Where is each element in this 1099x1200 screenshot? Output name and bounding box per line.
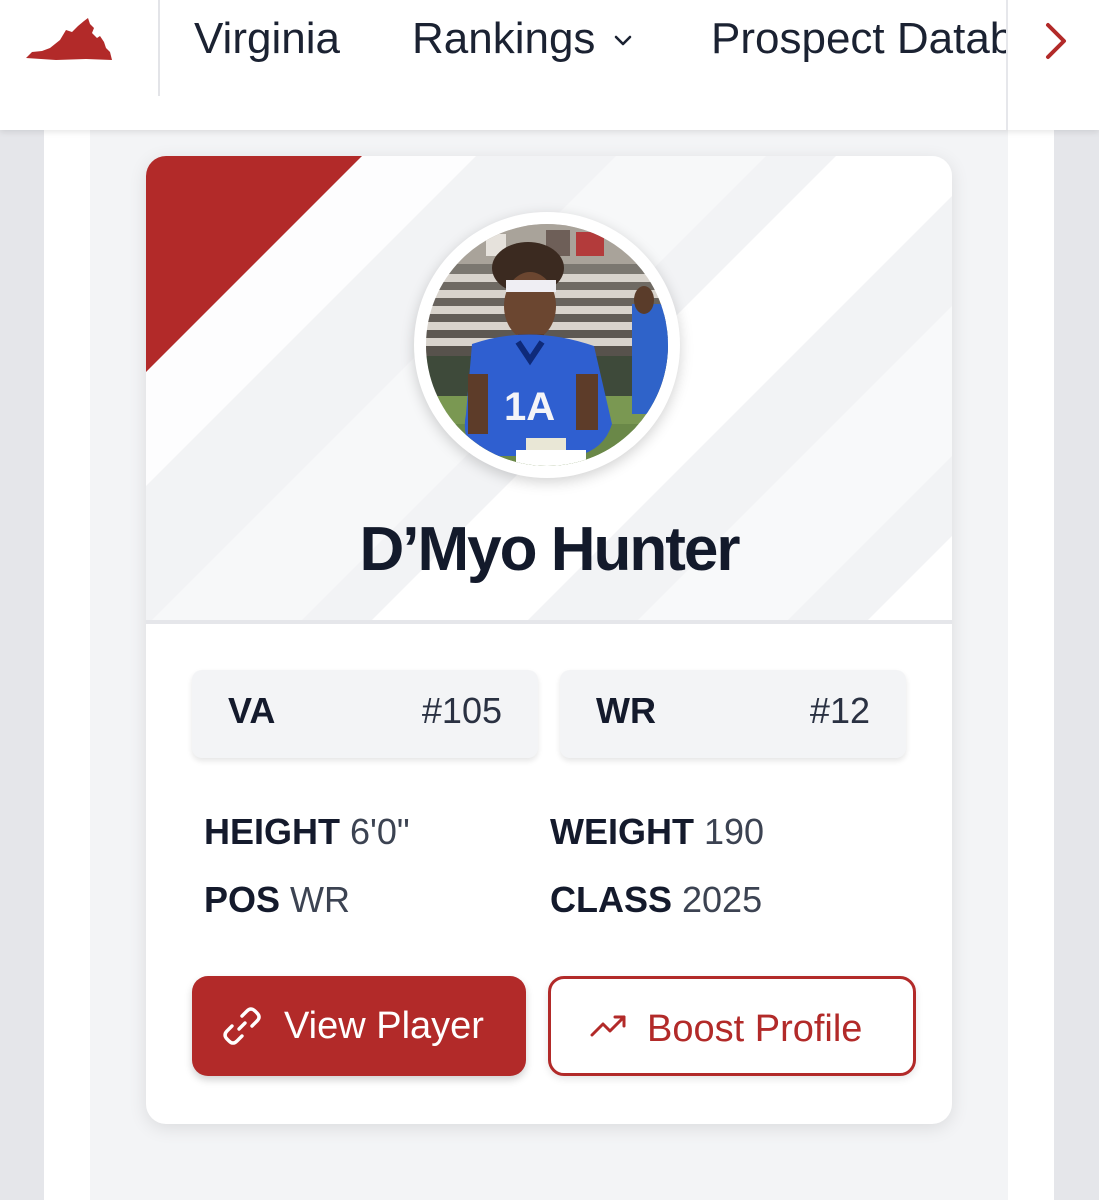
rank-state-label: VA [228,690,276,731]
stat-height: HEIGHT 6'0" [204,810,410,854]
stat-height-label: HEIGHT [204,811,341,852]
stat-pos-label: POS [204,879,281,920]
rank-state: VA #105 [192,670,538,758]
player-card: 1A D’Myo Hunter VA #105 WR #12 HEIGHT 6'0… [146,156,952,1124]
nav-item-label: Virginia [194,14,340,63]
player-name: D’Myo Hunter [359,515,741,584]
stat-weight-value: 190 [703,811,765,852]
card-header: 1A D’Myo Hunter [146,156,952,624]
trending-up-icon [590,1015,626,1037]
link-icon [223,1007,261,1045]
stat-weight: WEIGHT 190 [550,810,764,854]
stat-class: CLASS 2025 [550,878,762,922]
nav-scroll-right-button[interactable] [1006,0,1099,130]
stat-height-value: 6'0" [350,811,410,852]
boost-profile-label: Boost Profile [647,1008,863,1050]
nav-item-label: Rankings [412,14,596,63]
stat-weight-label: WEIGHT [550,811,694,852]
rank-position-label: WR [596,690,656,731]
stat-class-label: CLASS [550,879,673,920]
virginia-state-icon [26,18,112,60]
player-photo-image: 1A [426,224,668,466]
nav-links: Virginia Rankings Prospect Database [158,0,1006,80]
stat-pos: POS WR [204,878,350,922]
rank-position: WR #12 [560,670,906,758]
chevron-down-icon [615,36,632,46]
brand-logo[interactable] [0,0,160,96]
view-player-button[interactable]: View Player [192,976,526,1076]
view-player-label: View Player [284,1005,484,1047]
svg-text:1A: 1A [504,385,555,429]
stat-pos-value: WR [290,879,351,920]
nav-item-prospect-database[interactable]: Prospect Database [711,14,1006,64]
rank-state-value: #105 [421,690,502,731]
nav-item-virginia[interactable]: Virginia [194,14,340,64]
chevron-right-icon [1046,23,1066,59]
nav-item-label: Prospect Database [711,14,1006,63]
top-navbar: Virginia Rankings Prospect Database [0,0,1099,130]
player-photo: 1A [426,224,668,466]
stat-class-value: 2025 [682,879,763,920]
player-avatar: 1A [414,212,680,478]
nav-item-rankings[interactable]: Rankings [412,14,633,64]
boost-profile-button[interactable]: Boost Profile [548,976,916,1076]
rank-position-value: #12 [809,690,870,731]
